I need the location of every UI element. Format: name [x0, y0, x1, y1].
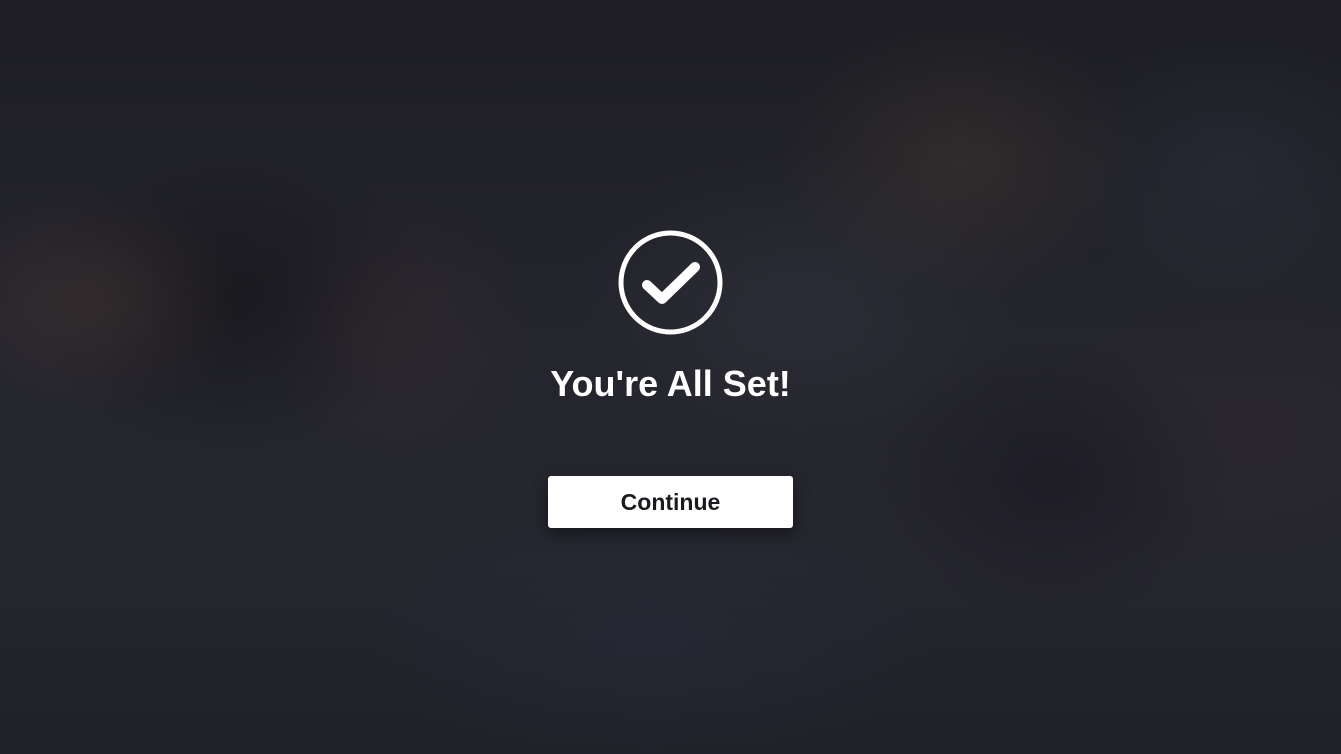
continue-button[interactable]: Continue: [548, 476, 793, 528]
confirmation-title: You're All Set!: [550, 363, 791, 404]
checkmark-circle-icon: [618, 230, 723, 335]
success-screen: You're All Set! Continue: [0, 0, 1341, 754]
confirmation-panel: You're All Set! Continue: [0, 0, 1341, 754]
